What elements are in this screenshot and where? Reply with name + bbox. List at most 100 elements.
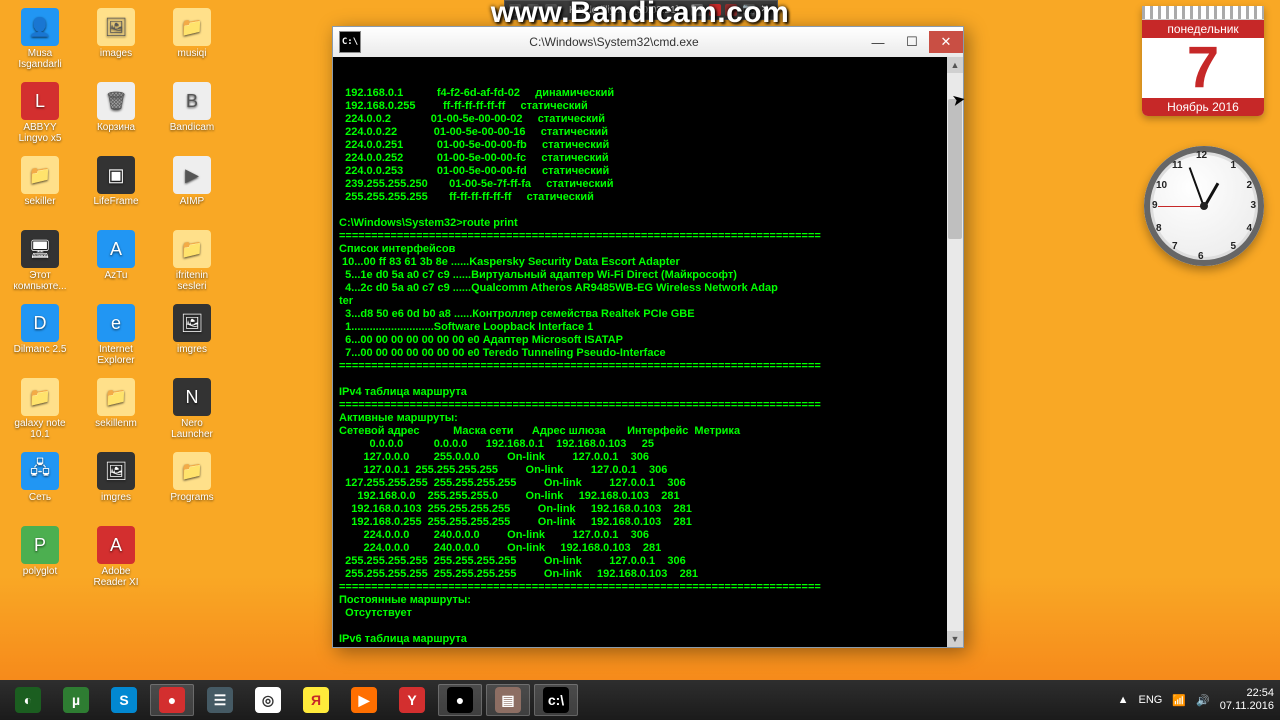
desktop-icon[interactable]: 📁Programs bbox=[160, 452, 224, 524]
taskbar-item[interactable]: ● bbox=[150, 684, 194, 716]
app-icon: Y bbox=[399, 687, 425, 713]
clock-center bbox=[1200, 202, 1208, 210]
desktop-icon[interactable]: 📁sekiller bbox=[8, 156, 72, 228]
icon-label: Dilmanc 2.5 bbox=[14, 344, 67, 355]
volume-icon[interactable]: 🔊 bbox=[1196, 694, 1210, 707]
desktop-icon[interactable]: NNero Launcher bbox=[160, 378, 224, 450]
scroll-thumb[interactable] bbox=[948, 99, 962, 239]
close-button[interactable]: ✕ bbox=[929, 31, 963, 53]
clock-num: 3 bbox=[1250, 200, 1256, 211]
desktop-icon[interactable]: 🖥Этот компьюте... bbox=[8, 230, 72, 302]
taskbar-item[interactable]: ▶ bbox=[342, 684, 386, 716]
taskbar-item[interactable]: ☰ bbox=[198, 684, 242, 716]
tray-clock[interactable]: 22:54 07.11.2016 bbox=[1220, 687, 1274, 713]
network-icon[interactable]: 📶 bbox=[1172, 694, 1186, 707]
system-tray[interactable]: ▲ ENG 📶 🔊 22:54 07.11.2016 bbox=[1118, 687, 1274, 713]
taskbar-item[interactable]: Y bbox=[390, 684, 434, 716]
file-icon: A bbox=[97, 230, 135, 268]
file-icon: 🖥 bbox=[21, 230, 59, 268]
file-icon: 🖼 bbox=[173, 304, 211, 342]
icon-label: sekillenm bbox=[95, 418, 137, 429]
desktop-icon[interactable]: 🖼imgres bbox=[84, 452, 148, 524]
desktop-icon[interactable]: AAdobe Reader XI bbox=[84, 526, 148, 598]
file-icon: D bbox=[21, 304, 59, 342]
cmd-scrollbar[interactable]: ▲ ▼ bbox=[947, 57, 963, 647]
taskbar-item[interactable]: ▤ bbox=[486, 684, 530, 716]
maximize-button[interactable]: ☐ bbox=[895, 31, 929, 53]
icon-label: Internet Explorer bbox=[97, 344, 134, 366]
desktop-icon[interactable]: ▣LifeFrame bbox=[84, 156, 148, 228]
desktop-icon[interactable]: eInternet Explorer bbox=[84, 304, 148, 376]
taskbar-item[interactable]: ◎ bbox=[246, 684, 290, 716]
app-icon: ▤ bbox=[495, 687, 521, 713]
clock-num: 6 bbox=[1198, 251, 1204, 262]
scroll-down-icon[interactable]: ▼ bbox=[947, 631, 963, 647]
taskbar-item[interactable]: c:\ bbox=[534, 684, 578, 716]
cmd-output[interactable]: 192.168.0.1 f4-f2-6d-af-fd-02 динамическ… bbox=[333, 57, 963, 647]
desktop-icon[interactable]: 🗑Корзина bbox=[84, 82, 148, 154]
taskbar-item[interactable]: µ bbox=[54, 684, 98, 716]
icon-label: galaxy note 10.1 bbox=[14, 418, 65, 440]
file-icon: 📁 bbox=[173, 452, 211, 490]
clock-gadget[interactable]: 12 1 2 3 4 5 6 7 8 9 10 11 bbox=[1144, 146, 1264, 266]
desktop-icon[interactable]: A AzTu bbox=[84, 230, 148, 302]
icon-label: imgres bbox=[101, 492, 131, 503]
desktop-icon[interactable]: B Bandicam bbox=[160, 82, 224, 154]
file-icon: L bbox=[21, 82, 59, 120]
app-icon: S bbox=[111, 687, 137, 713]
app-icon: c:\ bbox=[543, 687, 569, 713]
desktop-icon[interactable]: 📁ifritenin sesleri bbox=[160, 230, 224, 302]
desktop-icon[interactable]: Ppolyglot bbox=[8, 526, 72, 598]
clock-num: 12 bbox=[1196, 150, 1207, 161]
desktop-icon[interactable]: 🖼images bbox=[84, 8, 148, 80]
calendar-month: Ноябрь 2016 bbox=[1142, 98, 1264, 116]
calendar-gadget[interactable]: понедельник 7 Ноябрь 2016 bbox=[1142, 6, 1264, 116]
desktop-icon[interactable]: 📁 sekillenm bbox=[84, 378, 148, 450]
file-icon: 📁 bbox=[173, 8, 211, 46]
icon-label: imgres bbox=[177, 344, 207, 355]
tray-lang[interactable]: ENG bbox=[1139, 694, 1163, 706]
tray-date: 07.11.2016 bbox=[1220, 700, 1274, 713]
clock-num: 11 bbox=[1172, 160, 1183, 171]
desktop: 👤Musa IsgandarliLABBYY Lingvo x5📁sekille… bbox=[0, 0, 1280, 720]
file-icon: 📁 bbox=[97, 378, 135, 416]
desktop-icon[interactable]: LABBYY Lingvo x5 bbox=[8, 82, 72, 154]
taskbar-item[interactable]: S bbox=[102, 684, 146, 716]
file-icon: 📁 bbox=[173, 230, 211, 268]
icon-label: AzTu bbox=[105, 270, 128, 281]
clock-second-hand bbox=[1158, 206, 1204, 207]
cmd-titlebar[interactable]: C:\ C:\Windows\System32\cmd.exe — ☐ ✕ bbox=[333, 27, 963, 57]
file-icon: P bbox=[21, 526, 59, 564]
scroll-up-icon[interactable]: ▲ bbox=[947, 57, 963, 73]
desktop-icon[interactable]: 📁galaxy note 10.1 bbox=[8, 378, 72, 450]
clock-num: 4 bbox=[1246, 223, 1252, 234]
clock-num: 9 bbox=[1152, 200, 1158, 211]
desktop-icon[interactable]: ▶AIMP bbox=[160, 156, 224, 228]
tray-up-icon[interactable]: ▲ bbox=[1118, 694, 1129, 706]
icon-label: Adobe Reader XI bbox=[93, 566, 138, 588]
icon-label: ABBYY Lingvo x5 bbox=[19, 122, 62, 144]
file-icon: e bbox=[97, 304, 135, 342]
icon-label: Nero Launcher bbox=[171, 418, 213, 440]
clock-num: 1 bbox=[1230, 160, 1236, 171]
calendar-rings bbox=[1142, 6, 1264, 20]
file-icon: ▣ bbox=[97, 156, 135, 194]
taskbar-item[interactable]: Я bbox=[294, 684, 338, 716]
taskbar-item[interactable]: ● bbox=[438, 684, 482, 716]
minimize-button[interactable]: — bbox=[861, 31, 895, 53]
desktop-icon[interactable]: 📁musiqi bbox=[160, 8, 224, 80]
clock-num: 5 bbox=[1230, 241, 1236, 252]
cmd-title: C:\Windows\System32\cmd.exe bbox=[367, 35, 861, 49]
taskbar-item[interactable]: ◐ bbox=[6, 684, 50, 716]
desktop-icon[interactable]: 🖼 imgres bbox=[160, 304, 224, 376]
clock-num: 8 bbox=[1156, 223, 1162, 234]
clock-num: 7 bbox=[1172, 241, 1178, 252]
icon-label: AIMP bbox=[180, 196, 204, 207]
desktop-icon[interactable]: 🖧Сеть bbox=[8, 452, 72, 524]
desktop-icon[interactable]: D Dilmanc 2.5 bbox=[8, 304, 72, 376]
app-icon: ● bbox=[159, 687, 185, 713]
icon-label: polyglot bbox=[23, 566, 57, 577]
file-icon: B bbox=[173, 82, 211, 120]
desktop-icon[interactable]: 👤Musa Isgandarli bbox=[8, 8, 72, 80]
icon-label: Bandicam bbox=[170, 122, 214, 133]
